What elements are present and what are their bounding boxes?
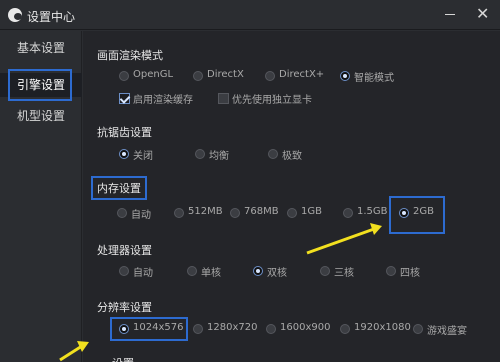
arrow-memory-icon	[306, 223, 382, 255]
arrow-resolution-icon	[59, 341, 89, 362]
annotation-arrows	[59, 223, 382, 362]
